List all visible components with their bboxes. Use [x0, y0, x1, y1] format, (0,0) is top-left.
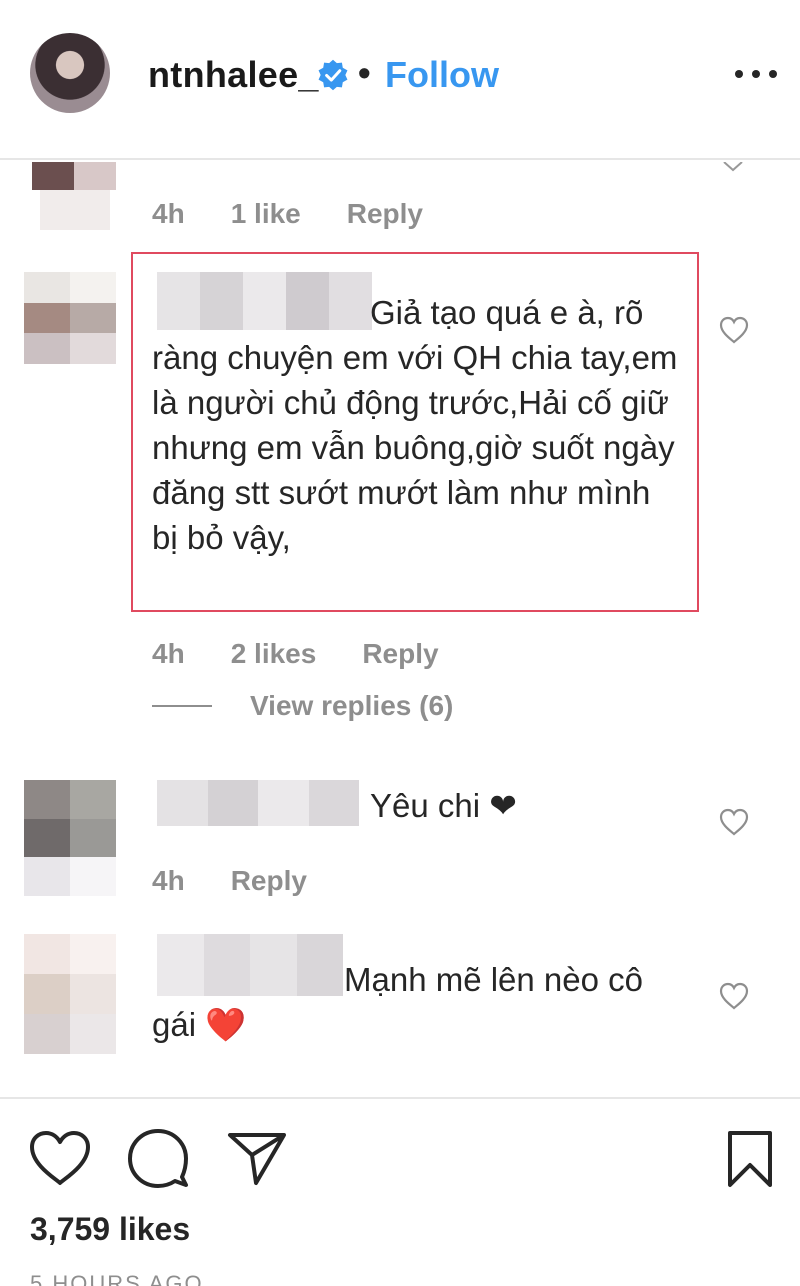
post-header: ntnhalee_ • Follow [0, 0, 800, 160]
comment-time: 4h [152, 198, 185, 229]
more-options-icon[interactable] [735, 70, 777, 80]
comments-list[interactable]: 4h 1 like Reply Giả tạo quá e à, rõ ràng… [0, 162, 800, 1097]
heart-icon[interactable] [719, 808, 749, 836]
post-timestamp: 5 HOURS AGO [30, 1271, 204, 1286]
comment-text: Giả tạo quá e à, rõ ràng chuyện em với Q… [152, 294, 678, 556]
comment-text: Yêu chi ❤ [370, 787, 517, 824]
comment-meta: 4h 1 like Reply [152, 198, 423, 230]
blurred-avatar [32, 162, 116, 190]
chevron-down-icon[interactable] [722, 162, 744, 172]
divider [152, 705, 212, 707]
view-replies-label[interactable]: View replies (6) [250, 690, 453, 722]
separator-dot: • [358, 52, 371, 93]
reply-button[interactable]: Reply [347, 198, 423, 230]
bookmark-icon[interactable] [726, 1129, 774, 1189]
blurred-avatar [24, 272, 116, 364]
post-actions: 3,759 likes 5 HOURS AGO [0, 1097, 800, 1286]
comment-text: Mạnh mẽ lên nèo cô gái ❤️ [152, 961, 644, 1043]
comment-likes[interactable]: 2 likes [231, 638, 317, 670]
heart-icon[interactable] [719, 982, 749, 1010]
blurred-avatar [24, 780, 116, 896]
blurred-avatar [24, 934, 116, 1054]
comment-time: 4h [152, 638, 185, 669]
heart-icon[interactable] [28, 1129, 92, 1187]
comment-likes[interactable]: 1 like [231, 198, 301, 230]
comment-meta: 4h 2 likes Reply [152, 638, 439, 670]
share-icon[interactable] [226, 1131, 288, 1187]
likes-count[interactable]: 3,759 likes [30, 1211, 190, 1248]
heart-icon[interactable] [719, 316, 749, 344]
avatar[interactable] [30, 33, 110, 113]
blurred-username [157, 780, 359, 826]
comment-meta: 4h Reply [152, 865, 307, 897]
view-replies-button[interactable]: View replies (6) [152, 690, 453, 722]
username[interactable]: ntnhalee_ [148, 54, 319, 96]
comment-time: 4h [152, 865, 185, 896]
reply-button[interactable]: Reply [362, 638, 438, 670]
reply-button[interactable]: Reply [231, 865, 307, 897]
verified-badge-icon [318, 59, 348, 91]
comment-icon[interactable] [126, 1127, 190, 1189]
follow-button[interactable]: Follow [385, 54, 499, 96]
blurred-avatar-fragment [40, 190, 110, 230]
